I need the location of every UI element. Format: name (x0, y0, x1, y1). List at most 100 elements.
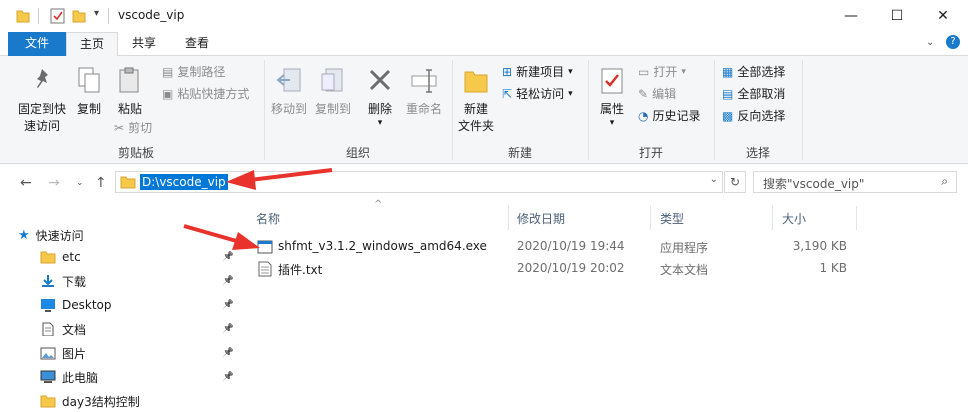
column-divider[interactable] (650, 206, 651, 230)
back-arrow-icon[interactable]: ← (20, 175, 32, 191)
pin-icon[interactable]: 📌 (223, 276, 234, 286)
collapse-ribbon-icon[interactable]: ⌄ (926, 37, 934, 48)
delete-button[interactable]: 删除 ▾ (362, 66, 398, 128)
customize-qa-icon[interactable]: ▾ (94, 8, 99, 19)
paste-shortcut-label: 粘贴快捷方式 (177, 87, 250, 101)
pin-icon[interactable]: 📌 (223, 252, 234, 262)
tab-share[interactable]: 共享 (120, 32, 168, 56)
annotation-arrow-file (183, 224, 260, 250)
group-divider (802, 60, 803, 160)
nav-item[interactable]: 图片 📌 (40, 341, 238, 365)
up-arrow-icon[interactable]: ↑ (95, 175, 107, 191)
txt-icon (258, 261, 272, 277)
col-header-type[interactable]: 类型 (660, 210, 684, 227)
pin-icon[interactable]: 📌 (223, 324, 234, 334)
nav-item[interactable]: Desktop 📌 (40, 293, 238, 317)
edit-button[interactable]: ✎ 编辑 (638, 84, 676, 104)
refresh-icon: ↻ (729, 175, 741, 189)
forward-arrow-icon[interactable]: → (48, 175, 60, 191)
maximize-icon: ☐ (890, 8, 904, 24)
new-item-button[interactable]: ⊞ 新建项目 ▾ (502, 62, 573, 82)
address-dropdown-icon[interactable]: ⌄ (710, 174, 718, 185)
nav-item[interactable]: day3结构控制 (40, 389, 238, 412)
new-group-label: 新建 (507, 146, 532, 160)
file-row[interactable]: shfmt_v3.1.2_windows_amd64.exe 2020/10/1… (254, 236, 854, 258)
paste-label: 粘贴 (117, 102, 142, 116)
close-button[interactable]: ✕ (920, 0, 966, 32)
column-divider[interactable] (772, 206, 773, 230)
tab-home[interactable]: 主页 (66, 32, 118, 57)
search-placeholder: 搜索"vscode_vip" (763, 177, 865, 191)
paste-button[interactable]: 粘贴 (112, 66, 148, 118)
select-all-button[interactable]: ▦ 全部选择 (722, 62, 785, 82)
refresh-button[interactable]: ↻ (724, 171, 746, 193)
folder-icon (40, 250, 56, 264)
tab-file[interactable]: 文件 (8, 32, 66, 56)
address-bar[interactable]: D:\vscode_vip ⌄ (115, 171, 723, 193)
nav-item[interactable]: 此电脑 📌 (40, 365, 238, 389)
help-icon[interactable]: ? (946, 35, 960, 49)
edit-label: 编辑 (652, 87, 677, 101)
file-row[interactable]: 插件.txt 2020/10/19 20:02 文本文档 1 KB (254, 258, 854, 280)
open-button[interactable]: ▭ 打开 ▾ (638, 62, 686, 82)
nav-item-label: 下载 (62, 274, 87, 289)
properties-qa-icon[interactable] (50, 8, 66, 24)
recent-locations-icon[interactable]: ⌄ (76, 178, 84, 188)
address-path[interactable]: D:\vscode_vip (140, 174, 228, 190)
file-type: 文本文档 (660, 263, 709, 277)
copy-path-button[interactable]: ▤ 复制路径 (162, 62, 225, 82)
organize-group-label: 组织 (345, 146, 370, 160)
properties-dropdown-icon[interactable]: ▾ (594, 118, 630, 128)
window-title: vscode_vip (118, 8, 185, 22)
new-folder-button[interactable]: 新建 文件夹 (456, 66, 496, 135)
folder-icon (120, 176, 136, 189)
pin-quick-access-label: 固定到快 速访问 (17, 102, 66, 133)
properties-button[interactable]: 属性 ▾ (594, 66, 630, 128)
new-item-label: 新建项目 (516, 65, 565, 79)
nav-item[interactable]: 文档 📌 (40, 317, 238, 341)
tab-view[interactable]: 查看 (172, 32, 222, 56)
minimize-button[interactable]: — (828, 0, 874, 32)
clipboard-group-label: 剪贴板 (117, 146, 154, 160)
copy-button[interactable]: 复制 (72, 66, 106, 118)
nav-item-label: etc (62, 250, 81, 264)
nav-item-label: 此电脑 (62, 370, 99, 385)
copy-icon (78, 67, 100, 93)
pin-icon[interactable]: 📌 (223, 348, 234, 358)
delete-dropdown-icon[interactable]: ▾ (362, 118, 398, 128)
paste-shortcut-button[interactable]: ▣ 粘贴快捷方式 (162, 84, 249, 104)
copy-to-icon (321, 68, 343, 92)
maximize-button[interactable]: ☐ (874, 0, 920, 32)
pin-icon[interactable]: 📌 (223, 372, 234, 382)
nav-item-label: 文档 (62, 322, 87, 337)
nav-quick-access-label: 快速访问 (35, 228, 84, 243)
col-header-modified[interactable]: 修改日期 (517, 210, 565, 227)
file-type: 应用程序 (660, 241, 709, 255)
cut-button[interactable]: ✂ 剪切 (114, 118, 152, 138)
file-modified: 2020/10/19 19:44 (517, 239, 625, 253)
new-folder-qa-icon[interactable] (72, 8, 86, 24)
rename-label: 重命名 (405, 102, 442, 116)
history-button[interactable]: ◔ 历史记录 (638, 106, 701, 126)
invert-selection-button[interactable]: ▩ 反向选择 (722, 106, 785, 126)
easy-access-button[interactable]: ⇱ 轻松访问 ▾ (502, 84, 573, 104)
copy-to-button[interactable]: 复制到 (312, 66, 354, 118)
rename-button[interactable]: 重命名 (402, 66, 446, 118)
move-to-button[interactable]: 移动到 (268, 66, 310, 118)
pin-quick-access-button[interactable]: 固定到快 速访问 (14, 66, 70, 135)
select-all-icon: ▦ (722, 65, 734, 79)
nav-item[interactable]: 下载 📌 (40, 269, 238, 293)
search-input[interactable]: 搜索"vscode_vip" ⌕ (753, 171, 957, 193)
column-divider[interactable] (856, 206, 857, 230)
pin-icon[interactable]: 📌 (223, 300, 234, 310)
pin-icon (37, 69, 48, 88)
select-none-button[interactable]: ▤ 全部取消 (722, 84, 785, 104)
new-item-icon: ⊞ (502, 65, 513, 79)
move-to-label: 移动到 (270, 102, 307, 116)
col-header-size[interactable]: 大小 (782, 210, 806, 227)
annotation-arrow-address (226, 168, 333, 190)
history-label: 历史记录 (652, 109, 701, 123)
column-divider[interactable] (508, 206, 509, 230)
edit-icon: ✎ (638, 87, 649, 101)
picture-icon (40, 346, 56, 360)
